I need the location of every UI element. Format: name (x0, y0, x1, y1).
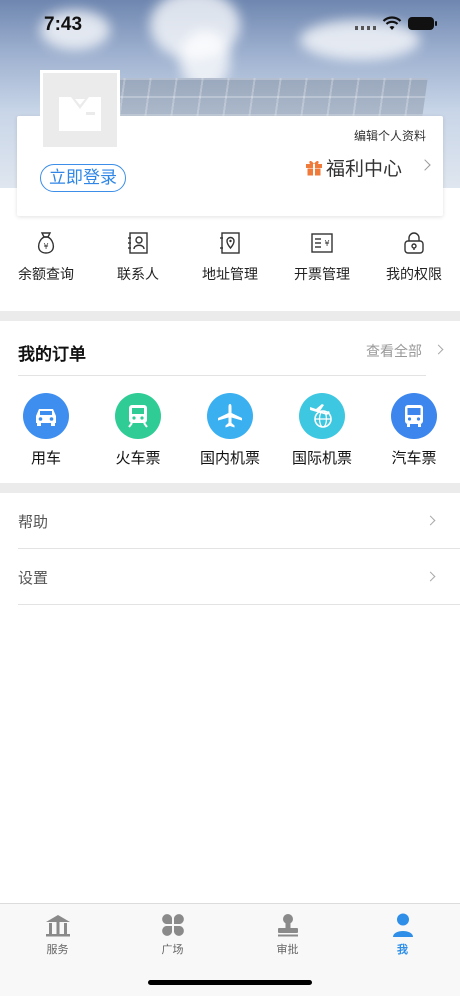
see-all-orders-link[interactable]: 查看全部 (366, 341, 422, 361)
car-icon (23, 393, 69, 439)
welfare-center-link[interactable]: 福利中心 (305, 154, 431, 180)
divider (18, 604, 460, 605)
quick-action-contacts[interactable]: 联系人 (92, 230, 184, 284)
invoice-icon: ¥ (311, 233, 333, 253)
tab-approval[interactable]: 审批 (230, 912, 345, 957)
svg-text:¥: ¥ (324, 239, 329, 248)
quick-action-invoice[interactable]: ¥ 开票管理 (276, 230, 368, 284)
quick-action-label: 地址管理 (202, 266, 258, 282)
quick-action-label: 联系人 (117, 266, 159, 282)
section-divider (0, 311, 460, 321)
chevron-right-icon (425, 571, 436, 582)
tab-label: 服务 (46, 944, 69, 956)
lock-icon (404, 232, 424, 254)
wifi-icon (382, 16, 402, 30)
order-label: 火车票 (115, 450, 161, 467)
chevron-right-icon (425, 515, 436, 526)
tab-square[interactable]: 广场 (115, 912, 230, 957)
gift-icon (306, 160, 322, 176)
order-international-flight[interactable]: 国际机票 (276, 393, 368, 468)
login-button[interactable]: 立即登录 (40, 164, 126, 192)
bus-icon (391, 393, 437, 439)
order-bus[interactable]: 汽车票 (368, 393, 460, 468)
tab-service[interactable]: 服务 (0, 912, 115, 957)
order-label: 国际机票 (291, 450, 352, 467)
quick-actions: ¥ 余额查询 联系人 地址管理 ¥ 开票管理 我的权限 (0, 230, 460, 300)
divider (18, 375, 426, 376)
svg-text:¥: ¥ (43, 242, 48, 251)
plane-icon (207, 393, 253, 439)
status-time: 7:43 (44, 14, 83, 35)
menu-item-settings[interactable]: 设置 (18, 549, 460, 605)
order-domestic-flight[interactable]: 国内机票 (184, 393, 276, 468)
contacts-icon (128, 232, 148, 254)
section-divider (0, 483, 460, 493)
quick-action-label: 余额查询 (18, 266, 74, 282)
quick-action-permissions[interactable]: 我的权限 (368, 230, 460, 284)
welfare-center-label: 福利中心 (326, 158, 403, 180)
menu-item-help[interactable]: 帮助 (18, 493, 460, 549)
signal-icon (355, 26, 377, 30)
person-icon (392, 913, 413, 937)
order-car[interactable]: 用车 (0, 393, 92, 468)
tab-label: 审批 (276, 944, 299, 956)
order-label: 用车 (30, 450, 61, 467)
tab-label: 我 (397, 944, 408, 956)
edit-profile-link[interactable]: 编辑个人资料 (354, 127, 426, 144)
avatar-placeholder-icon (59, 97, 101, 131)
order-train[interactable]: 火车票 (92, 393, 184, 468)
quick-action-label: 开票管理 (294, 266, 350, 282)
chevron-right-icon[interactable] (433, 344, 444, 355)
globe-plane-icon (299, 393, 345, 439)
stamp-icon (277, 914, 298, 937)
quick-action-address[interactable]: 地址管理 (184, 230, 276, 284)
home-indicator (148, 980, 312, 985)
money-bag-icon: ¥ (37, 232, 55, 254)
status-bar: 7:43 (0, 0, 460, 50)
orders-title: 我的订单 (18, 345, 86, 364)
menu-item-label: 设置 (18, 570, 49, 587)
location-doc-icon (220, 232, 240, 254)
service-icon (45, 915, 70, 937)
order-label: 国内机票 (199, 450, 260, 467)
avatar[interactable] (40, 70, 120, 150)
quick-action-label: 我的权限 (386, 266, 442, 282)
order-label: 汽车票 (391, 450, 437, 467)
train-icon (115, 393, 161, 439)
tab-label: 广场 (161, 944, 184, 956)
tab-me[interactable]: 我 (345, 912, 460, 957)
battery-icon (408, 17, 437, 30)
order-categories: 用车 火车票 国内机票 国际机票 汽车票 (0, 393, 460, 473)
quick-action-balance[interactable]: ¥ 余额查询 (0, 230, 92, 284)
square-icon (161, 914, 184, 936)
menu-item-label: 帮助 (18, 514, 49, 531)
